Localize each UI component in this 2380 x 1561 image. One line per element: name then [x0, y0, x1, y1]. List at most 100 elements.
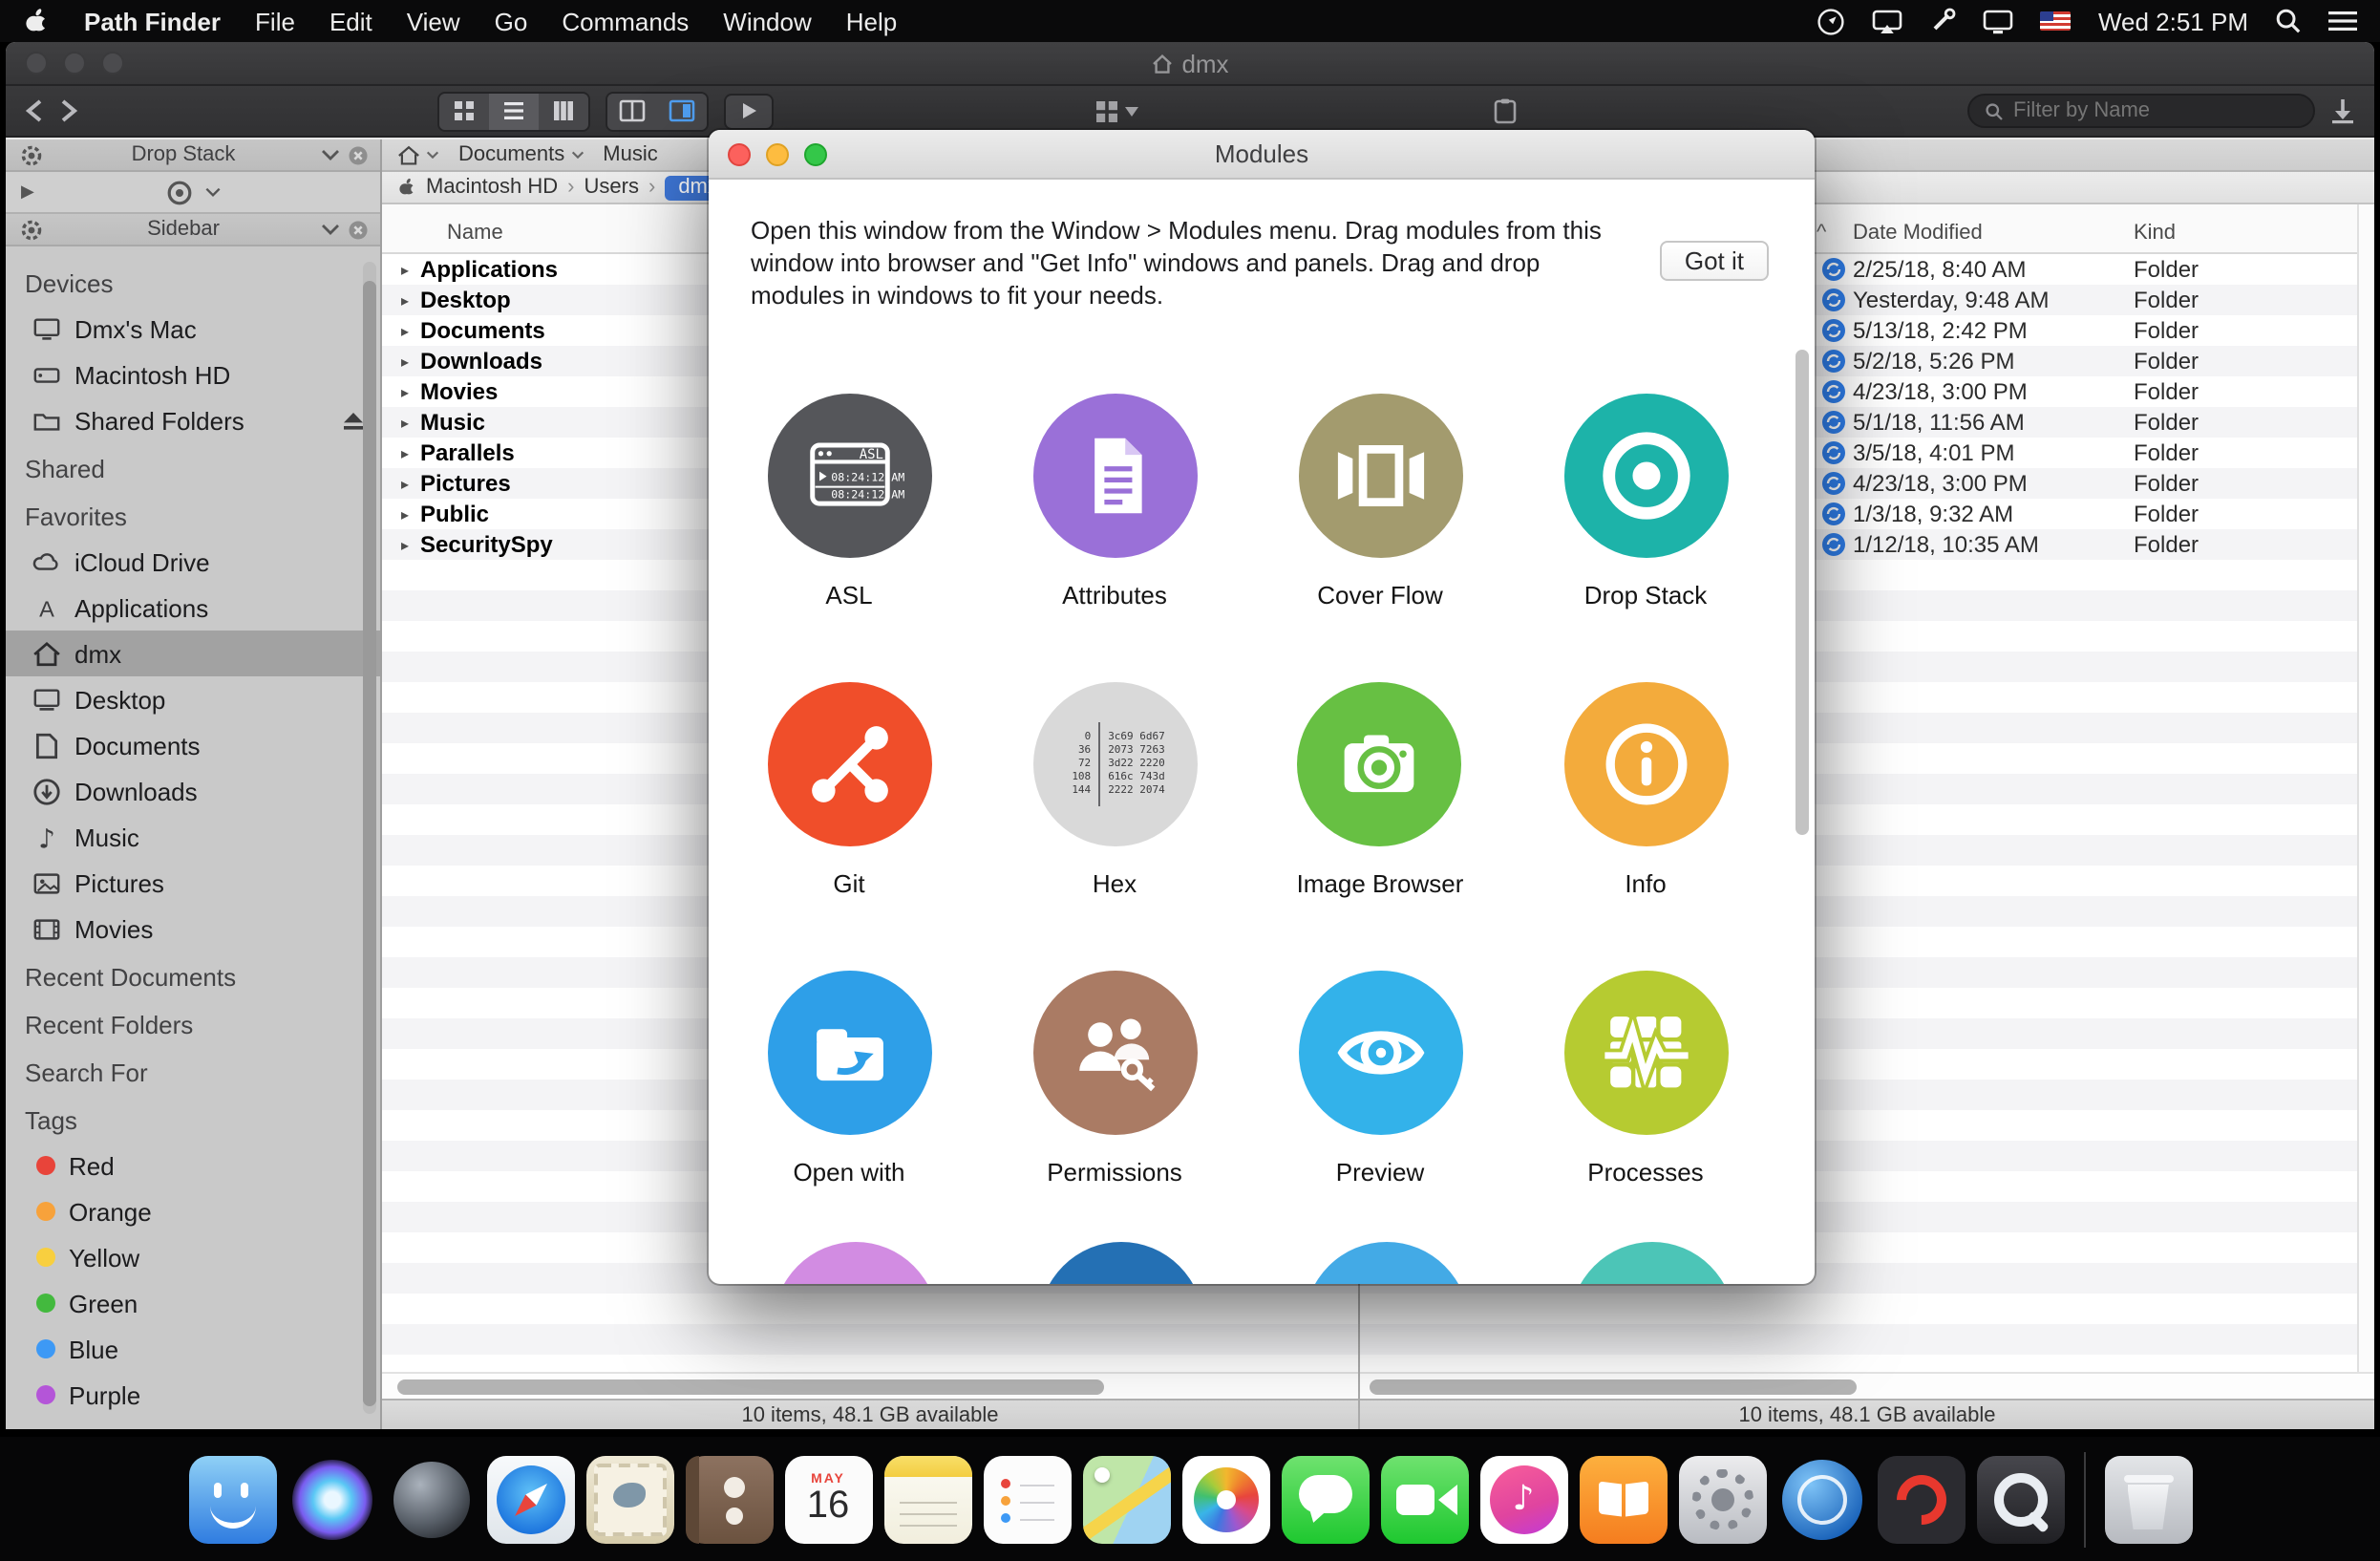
- view-options-dropdown[interactable]: [1094, 98, 1138, 123]
- module-open-with[interactable]: Open with: [767, 967, 931, 1255]
- sidebar-item-music[interactable]: ♪ Music: [6, 814, 380, 860]
- sidebar-item-dmx[interactable]: dmx: [6, 631, 380, 676]
- module-cover-flow[interactable]: Cover Flow: [1298, 390, 1462, 678]
- column-header-kind[interactable]: Kind: [2134, 222, 2176, 245]
- favbar-home-dropdown[interactable]: [397, 144, 439, 165]
- close-window-button[interactable]: [25, 52, 48, 75]
- sidebar-item-applications[interactable]: A Applications: [6, 585, 380, 631]
- apple-menu-icon[interactable]: [23, 6, 50, 36]
- menu-edit[interactable]: Edit: [329, 7, 372, 35]
- column-header-date-modified[interactable]: Date Modified: [1853, 222, 1983, 245]
- play-slideshow-button[interactable]: [724, 93, 774, 129]
- tag-gray[interactable]: Gray: [6, 1418, 380, 1429]
- disclosure-triangle-icon[interactable]: ▸: [401, 322, 420, 339]
- menu-window[interactable]: Window: [723, 7, 812, 35]
- sidebar-item-shared-folders[interactable]: Shared Folders: [6, 397, 380, 443]
- sidebar-item-macintosh-hd[interactable]: Macintosh HD: [6, 352, 380, 397]
- sidebar-item-movies[interactable]: Movies: [6, 906, 380, 952]
- section-recent-documents[interactable]: Recent Documents: [6, 952, 380, 999]
- sidebar-item-dmxs-mac[interactable]: Dmx's Mac: [6, 306, 380, 352]
- module-preview[interactable]: Preview: [1298, 967, 1462, 1255]
- column-view-button[interactable]: [539, 93, 588, 129]
- dock-messages-icon[interactable]: [1281, 1455, 1369, 1543]
- dock-launchpad-icon[interactable]: [387, 1455, 475, 1543]
- module-processes[interactable]: Processes: [1563, 967, 1728, 1255]
- menu-help[interactable]: Help: [846, 7, 898, 35]
- sidebar-item-downloads[interactable]: Downloads: [6, 768, 380, 814]
- clipboard-icon[interactable]: [1494, 97, 1517, 124]
- sidebar-item-desktop[interactable]: Desktop: [6, 676, 380, 722]
- dock-safari-icon[interactable]: [486, 1455, 574, 1543]
- sidebar-item-icloud-drive[interactable]: iCloud Drive: [6, 539, 380, 585]
- dock-facetime-icon[interactable]: [1380, 1455, 1468, 1543]
- displays-icon[interactable]: [1984, 9, 2014, 33]
- zoom-window-button[interactable]: [101, 52, 124, 75]
- menu-commands[interactable]: Commands: [562, 7, 689, 35]
- drop-stack-panel-header[interactable]: Drop Stack: [6, 139, 380, 172]
- disclosure-triangle-icon[interactable]: ▸: [401, 261, 420, 278]
- disclosure-triangle-icon[interactable]: ▸: [401, 291, 420, 309]
- crumb-macintosh-hd[interactable]: Macintosh HD: [426, 176, 558, 199]
- section-recent-folders[interactable]: Recent Folders: [6, 999, 380, 1047]
- vertical-scrollbar[interactable]: [2357, 204, 2374, 1372]
- disclosure-triangle-icon[interactable]: ▸: [401, 444, 420, 461]
- sidebar-scrollbar[interactable]: [363, 262, 376, 1414]
- close-icon[interactable]: [348, 144, 369, 165]
- dock-reminders-icon[interactable]: [983, 1455, 1071, 1543]
- disclosure-triangle-icon[interactable]: ▸: [401, 475, 420, 492]
- disclosure-triangle-icon[interactable]: ▸: [401, 414, 420, 431]
- module-drop-stack[interactable]: Drop Stack: [1563, 390, 1728, 678]
- tag-purple[interactable]: Purple: [6, 1372, 380, 1418]
- disclosure-triangle-icon[interactable]: ▸: [401, 536, 420, 553]
- toolbox-icon[interactable]: [1930, 8, 1957, 34]
- module-asl[interactable]: ASL 08:24:12 AM 08:24:12 AM ASL: [767, 390, 931, 678]
- menu-file[interactable]: File: [255, 7, 295, 35]
- dock-acrobat-icon[interactable]: [1877, 1455, 1965, 1543]
- tag-blue[interactable]: Blue: [6, 1326, 380, 1372]
- minimize-window-button[interactable]: [63, 52, 86, 75]
- dock-siri-icon[interactable]: [287, 1455, 375, 1543]
- dock-contacts-icon[interactable]: [685, 1455, 773, 1543]
- dock-trash-icon[interactable]: [2104, 1455, 2192, 1543]
- gear-icon[interactable]: [17, 140, 46, 169]
- tag-green[interactable]: Green: [6, 1280, 380, 1326]
- preview-pane-button[interactable]: [657, 93, 707, 129]
- filter-field[interactable]: [1967, 94, 2315, 128]
- dialog-titlebar[interactable]: Modules: [709, 130, 1815, 180]
- dock-ibooks-icon[interactable]: [1579, 1455, 1667, 1543]
- disclosure-triangle-icon[interactable]: ▸: [401, 505, 420, 523]
- spotlight-icon[interactable]: [2275, 8, 2302, 34]
- menu-go[interactable]: Go: [495, 7, 528, 35]
- got-it-button[interactable]: Got it: [1660, 241, 1769, 281]
- module-info[interactable]: Info: [1563, 678, 1728, 967]
- back-button[interactable]: [25, 97, 44, 124]
- favbar-item-music[interactable]: Music: [603, 143, 657, 166]
- horizontal-scrollbar[interactable]: [382, 1372, 1358, 1399]
- dock-system-preferences-icon[interactable]: [1678, 1455, 1766, 1543]
- dock-photos-icon[interactable]: [1181, 1455, 1269, 1543]
- menu-clock[interactable]: Wed 2:51 PM: [2098, 7, 2248, 35]
- dock-notes-icon[interactable]: [883, 1455, 971, 1543]
- dock-quicktime-icon[interactable]: [1976, 1455, 2064, 1543]
- disclosure-triangle-icon[interactable]: ▶: [21, 182, 34, 203]
- airplay-display-icon[interactable]: [1873, 9, 1903, 33]
- favbar-item-documents[interactable]: Documents: [458, 143, 584, 166]
- input-source-flag-icon[interactable]: [2041, 11, 2072, 31]
- eject-icon[interactable]: [342, 410, 365, 431]
- crumb-users[interactable]: Users: [584, 176, 639, 199]
- disclosure-triangle-icon[interactable]: ▸: [401, 383, 420, 400]
- window-titlebar[interactable]: dmx: [6, 42, 2374, 86]
- icon-view-button[interactable]: [439, 93, 489, 129]
- gear-icon[interactable]: [17, 215, 46, 244]
- tag-red[interactable]: Red: [6, 1143, 380, 1188]
- tag-orange[interactable]: Orange: [6, 1188, 380, 1234]
- download-button[interactable]: [2330, 97, 2355, 124]
- horizontal-scrollbar[interactable]: [1360, 1372, 2374, 1399]
- disclosure-triangle-icon[interactable]: ▸: [401, 353, 420, 370]
- close-icon[interactable]: [348, 219, 369, 240]
- list-view-button[interactable]: [489, 93, 539, 129]
- sidebar-item-documents[interactable]: Documents: [6, 722, 380, 768]
- section-search-for[interactable]: Search For: [6, 1047, 380, 1095]
- tag-yellow[interactable]: Yellow: [6, 1234, 380, 1280]
- dock-calendar-icon[interactable]: MAY 16: [784, 1455, 872, 1543]
